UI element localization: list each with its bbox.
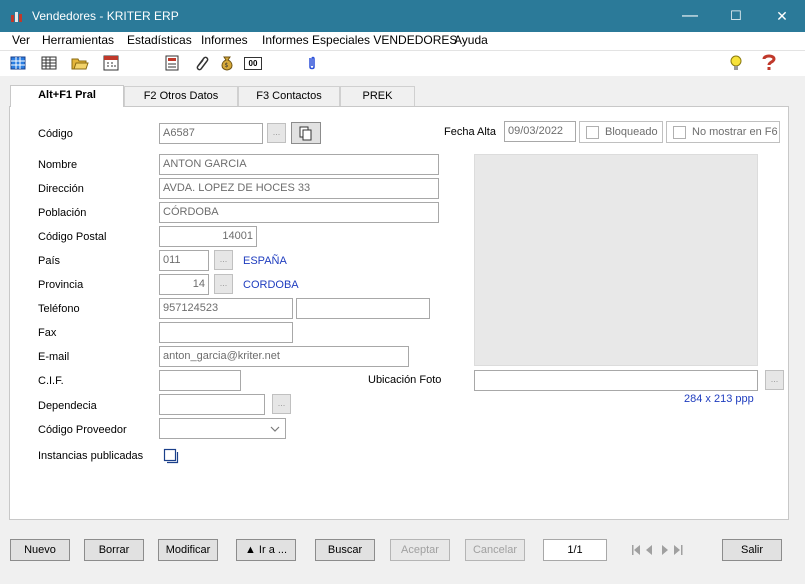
- cif-label: C.I.F.: [38, 375, 64, 387]
- provincia-label: Provincia: [38, 279, 84, 291]
- cif-field[interactable]: [159, 370, 241, 391]
- svg-text:$: $: [225, 62, 229, 69]
- provincia-code-field[interactable]: 14: [159, 274, 209, 295]
- nombre-field[interactable]: ANTON GARCIA: [159, 154, 439, 175]
- chevron-down-icon[interactable]: [266, 420, 284, 437]
- cancelar-button[interactable]: Cancelar: [465, 539, 525, 561]
- fax-label: Fax: [38, 327, 57, 339]
- provincia-lookup-button[interactable]: ...: [214, 274, 233, 294]
- telefono-field[interactable]: 957124523: [159, 298, 293, 319]
- instancias-label: Instancias publicadas: [38, 450, 144, 462]
- ir-a-button[interactable]: ▲ Ir a ...: [236, 539, 296, 561]
- email-field[interactable]: anton_garcia@kriter.net: [159, 346, 409, 367]
- provincia-name: CORDOBA: [243, 279, 299, 291]
- lightbulb-icon[interactable]: [727, 54, 745, 72]
- borrar-button[interactable]: Borrar: [84, 539, 144, 561]
- tab-contactos[interactable]: F3 Contactos: [238, 86, 340, 106]
- telefono-label: Teléfono: [38, 303, 80, 315]
- window-title: Vendedores - KRITER ERP: [32, 9, 179, 23]
- bloqueado-checkbox-group: Bloqueado: [579, 121, 663, 143]
- dependencia-label: Dependecia: [38, 400, 97, 412]
- table-icon[interactable]: [9, 54, 27, 72]
- codigo-lookup-button[interactable]: ...: [267, 123, 286, 143]
- copy-icon[interactable]: [291, 122, 321, 144]
- codigo-postal-field[interactable]: 14001: [159, 226, 257, 247]
- attachment-icon[interactable]: [303, 54, 321, 72]
- photo-frame[interactable]: [474, 154, 758, 366]
- fecha-alta-label: Fecha Alta: [444, 126, 496, 138]
- pais-code-field[interactable]: 011: [159, 250, 209, 271]
- nombre-label: Nombre: [38, 159, 78, 171]
- poblacion-label: Población: [38, 207, 87, 219]
- record-navigation[interactable]: [630, 541, 690, 559]
- close-button[interactable]: ✕: [759, 0, 805, 32]
- ubicacion-foto-label: Ubicación Foto: [368, 374, 442, 386]
- direccion-label: Dirección: [38, 183, 84, 195]
- bloqueado-label: Bloqueado: [605, 126, 658, 138]
- menu-bar: Ver Herramientas Estadísticas Informes I…: [0, 32, 805, 50]
- app-icon: [11, 12, 22, 22]
- tab-prek[interactable]: PREK: [340, 86, 415, 106]
- fecha-alta-field[interactable]: 09/03/2022: [504, 121, 576, 142]
- menu-item-herramientas[interactable]: Herramientas: [42, 33, 114, 47]
- instancias-icon[interactable]: [163, 448, 179, 464]
- ubicacion-foto-field[interactable]: [474, 370, 758, 391]
- direccion-field[interactable]: AVDA. LOPEZ DE HOCES 33: [159, 178, 439, 199]
- calendar-icon[interactable]: [102, 54, 120, 72]
- no-mostrar-checkbox[interactable]: [673, 126, 686, 139]
- ubicacion-foto-lookup-button[interactable]: ...: [765, 370, 784, 390]
- no-mostrar-checkbox-group: No mostrar en F6: [666, 121, 780, 143]
- menu-item-informes-especiales[interactable]: Informes Especiales VENDEDORES: [262, 33, 457, 47]
- menu-item-estadisticas[interactable]: Estadísticas: [127, 33, 192, 47]
- help-icon[interactable]: [760, 54, 778, 72]
- buscar-button[interactable]: Buscar: [315, 539, 375, 561]
- tab-pral[interactable]: Alt+F1 Pral: [10, 85, 124, 107]
- record-counter: 1/1: [543, 539, 607, 561]
- codigo-label: Código: [38, 128, 73, 140]
- menu-item-ayuda[interactable]: Ayuda: [454, 33, 488, 47]
- toolbar: $ 00: [0, 50, 805, 76]
- folder-open-icon[interactable]: [71, 54, 89, 72]
- paperclip-icon[interactable]: [193, 54, 211, 72]
- dependencia-field[interactable]: [159, 394, 265, 415]
- fax-field[interactable]: [159, 322, 293, 343]
- grid-icon[interactable]: [40, 54, 58, 72]
- counter-icon[interactable]: 00: [244, 57, 262, 70]
- pais-label: País: [38, 255, 61, 267]
- codigo-postal-label: Código Postal: [38, 231, 107, 243]
- salir-button[interactable]: Salir: [722, 539, 782, 561]
- menu-item-informes[interactable]: Informes: [201, 33, 248, 47]
- nuevo-button[interactable]: Nuevo: [10, 539, 70, 561]
- poblacion-field[interactable]: CÓRDOBA: [159, 202, 439, 223]
- email-label: E-mail: [38, 351, 70, 363]
- minimize-button[interactable]: —: [667, 0, 713, 32]
- codigo-proveedor-label: Código Proveedor: [38, 424, 127, 436]
- tab-otros-datos[interactable]: F2 Otros Datos: [124, 86, 238, 106]
- pais-name: ESPAÑA: [243, 255, 287, 267]
- money-bag-icon[interactable]: $: [218, 54, 236, 72]
- pais-lookup-button[interactable]: ...: [214, 250, 233, 270]
- dependencia-lookup-button[interactable]: ...: [272, 394, 291, 414]
- codigo-field[interactable]: A6587: [159, 123, 263, 144]
- maximize-button[interactable]: ☐: [713, 0, 759, 32]
- telefono2-field[interactable]: [296, 298, 430, 319]
- modificar-button[interactable]: Modificar: [158, 539, 218, 561]
- aceptar-button[interactable]: Aceptar: [390, 539, 450, 561]
- menu-item-ver[interactable]: Ver: [12, 33, 30, 47]
- bloqueado-checkbox[interactable]: [586, 126, 599, 139]
- document-icon[interactable]: [163, 54, 181, 72]
- no-mostrar-label: No mostrar en F6: [692, 126, 778, 138]
- title-bar: Vendedores - KRITER ERP — ☐ ✕: [0, 0, 805, 32]
- photo-size-label: 284 x 213 ppp: [684, 393, 754, 405]
